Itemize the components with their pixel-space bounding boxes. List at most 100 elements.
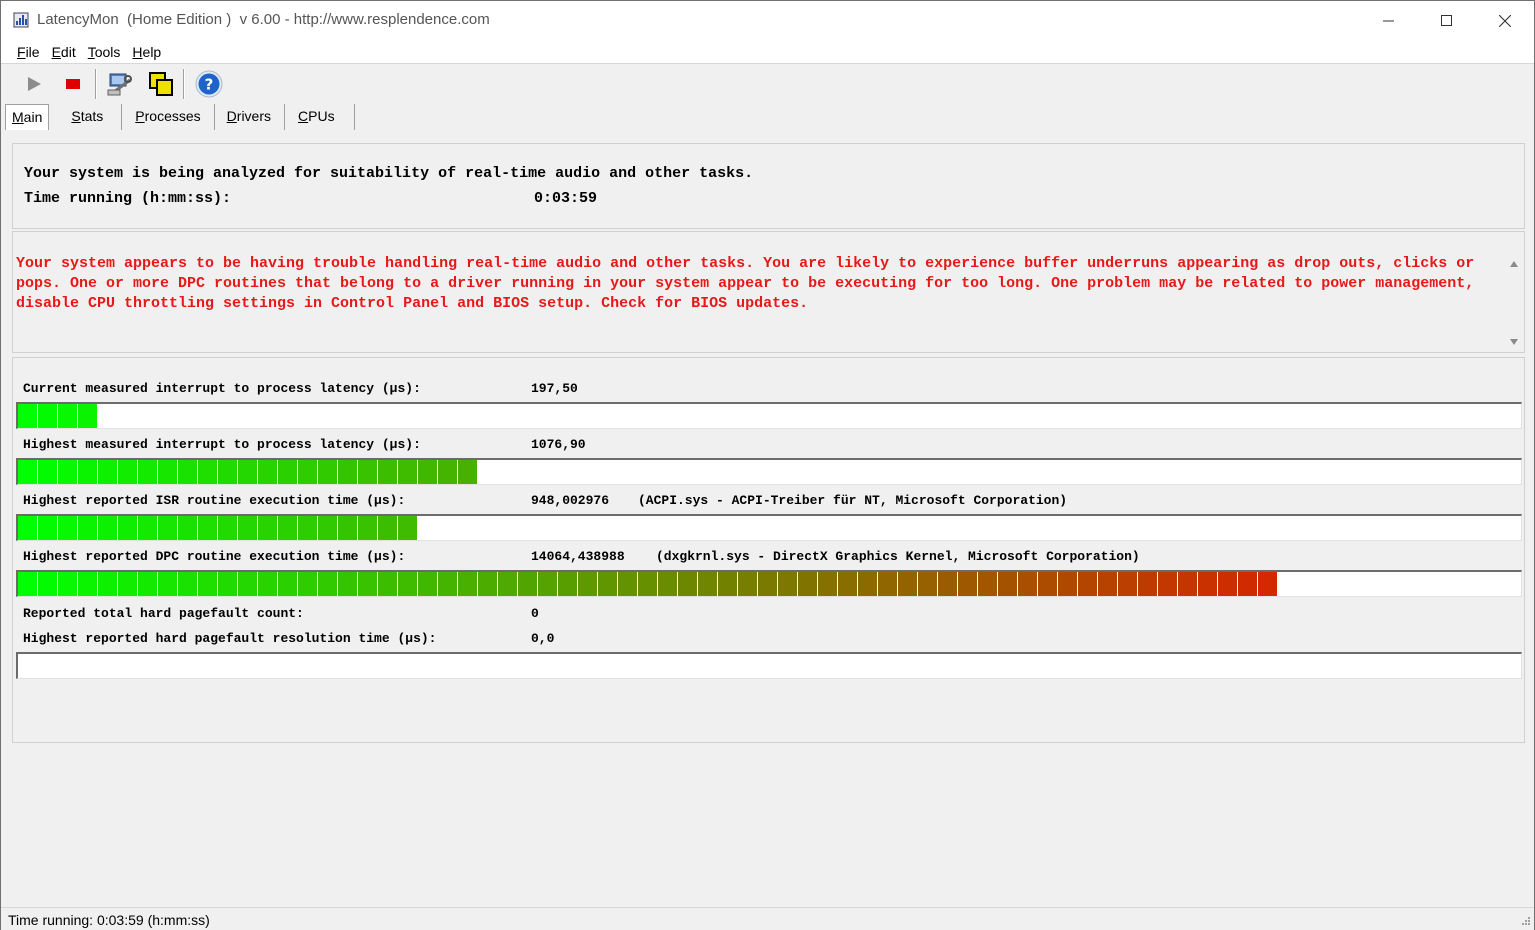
- isr-driver-info: (ACPI.sys - ACPI-Treiber für NT, Microso…: [638, 493, 1068, 508]
- meter-segment: [778, 572, 797, 596]
- isr-time-meter-bar: [18, 516, 417, 540]
- tab-main[interactable]: Main: [5, 104, 50, 130]
- meter-segment: [498, 572, 517, 596]
- meter-segment: [378, 516, 397, 540]
- help-button[interactable]: ?: [194, 69, 224, 99]
- latency-metrics-panel: Current measured interrupt to process la…: [12, 357, 1525, 743]
- meter-segment: [18, 572, 37, 596]
- meter-segment: [238, 572, 257, 596]
- tab-strip: Main Stats Processes Drivers CPUs: [5, 104, 355, 130]
- minimize-button[interactable]: [1360, 1, 1418, 40]
- meter-segment: [398, 460, 417, 484]
- meter-segment: [378, 572, 397, 596]
- meter-segment: [858, 572, 877, 596]
- menu-edit[interactable]: Edit: [46, 40, 82, 64]
- meter-segment: [78, 572, 97, 596]
- meter-segment: [1238, 572, 1257, 596]
- copy-button[interactable]: [146, 69, 176, 99]
- close-button[interactable]: [1476, 1, 1534, 40]
- meter-segment: [718, 572, 737, 596]
- meter-segment: [1138, 572, 1157, 596]
- meter-segment: [58, 572, 77, 596]
- meter-segment: [1118, 572, 1137, 596]
- tab-stats[interactable]: Stats: [49, 104, 123, 130]
- pagefault-count-label: Reported total hard pagefault count:: [23, 606, 304, 621]
- meter-segment: [98, 460, 117, 484]
- meter-segment: [478, 572, 497, 596]
- play-icon: [28, 77, 41, 91]
- meter-segment: [158, 460, 177, 484]
- maximize-button[interactable]: [1418, 1, 1476, 40]
- meter-segment: [218, 516, 237, 540]
- meter-segment: [1038, 572, 1057, 596]
- menu-help[interactable]: Help: [126, 40, 167, 64]
- meter-segment: [298, 572, 317, 596]
- tools-icon: [107, 73, 132, 96]
- meter-segment: [658, 572, 677, 596]
- copy-icon: [149, 72, 173, 96]
- meter-segment: [38, 404, 57, 428]
- meter-segment: [298, 460, 317, 484]
- scroll-down-arrow-icon[interactable]: [1509, 338, 1519, 346]
- meter-segment: [438, 460, 457, 484]
- meter-segment: [178, 460, 197, 484]
- current-latency-label: Current measured interrupt to process la…: [23, 381, 421, 396]
- conclusion-panel[interactable]: Your system appears to be having trouble…: [12, 231, 1525, 353]
- start-button[interactable]: [19, 69, 49, 99]
- scroll-up-arrow-icon[interactable]: [1509, 260, 1519, 268]
- meter-segment: [318, 460, 337, 484]
- tab-drivers[interactable]: Drivers: [215, 104, 286, 130]
- meter-segment: [698, 572, 717, 596]
- meter-segment: [138, 460, 157, 484]
- meter-segment: [398, 572, 417, 596]
- meter-segment: [1178, 572, 1197, 596]
- status-text: Time running: 0:03:59 (h:mm:ss): [8, 912, 210, 928]
- meter-segment: [138, 516, 157, 540]
- meter-segment: [158, 572, 177, 596]
- meter-segment: [38, 516, 57, 540]
- stop-button[interactable]: [58, 69, 88, 99]
- meter-segment: [118, 516, 137, 540]
- meter-segment: [198, 572, 217, 596]
- meter-segment: [318, 516, 337, 540]
- minimize-icon: [1383, 20, 1394, 21]
- current-latency-meter: [16, 402, 1522, 429]
- meter-segment: [458, 460, 477, 484]
- stop-icon: [66, 79, 80, 89]
- tab-cpus[interactable]: CPUs: [285, 104, 355, 130]
- meter-segment: [678, 572, 697, 596]
- meter-segment: [98, 516, 117, 540]
- resize-grip-icon[interactable]: [1517, 914, 1531, 928]
- isr-time-label: Highest reported ISR routine execution t…: [23, 493, 406, 508]
- menu-tools[interactable]: Tools: [82, 40, 127, 64]
- dpc-time-meter: [16, 570, 1522, 597]
- meter-segment: [78, 516, 97, 540]
- app-window: LatencyMon (Home Edition ) v 6.00 - http…: [0, 0, 1535, 930]
- meter-segment: [58, 404, 77, 428]
- meter-segment: [358, 460, 377, 484]
- meter-segment: [78, 404, 97, 428]
- meter-segment: [898, 572, 917, 596]
- meter-segment: [458, 572, 477, 596]
- tab-processes[interactable]: Processes: [122, 104, 215, 130]
- window-title: LatencyMon (Home Edition ) v 6.00 - http…: [37, 11, 490, 28]
- dpc-time-meter-bar: [18, 572, 1277, 596]
- tools-button[interactable]: [105, 69, 135, 99]
- close-icon: [1499, 14, 1511, 27]
- menu-file[interactable]: File: [11, 40, 46, 64]
- meter-segment: [218, 572, 237, 596]
- meter-segment: [758, 572, 777, 596]
- menu-bar: File Edit Tools Help: [1, 40, 1534, 64]
- meter-segment: [178, 572, 197, 596]
- meter-segment: [38, 460, 57, 484]
- meter-segment: [58, 460, 77, 484]
- meter-segment: [1098, 572, 1117, 596]
- meter-segment: [158, 516, 177, 540]
- meter-segment: [398, 516, 417, 540]
- isr-time-value: 948,002976: [531, 493, 610, 508]
- meter-segment: [78, 460, 97, 484]
- meter-segment: [1018, 572, 1037, 596]
- meter-segment: [638, 572, 657, 596]
- app-icon: [13, 12, 29, 28]
- meter-segment: [598, 572, 617, 596]
